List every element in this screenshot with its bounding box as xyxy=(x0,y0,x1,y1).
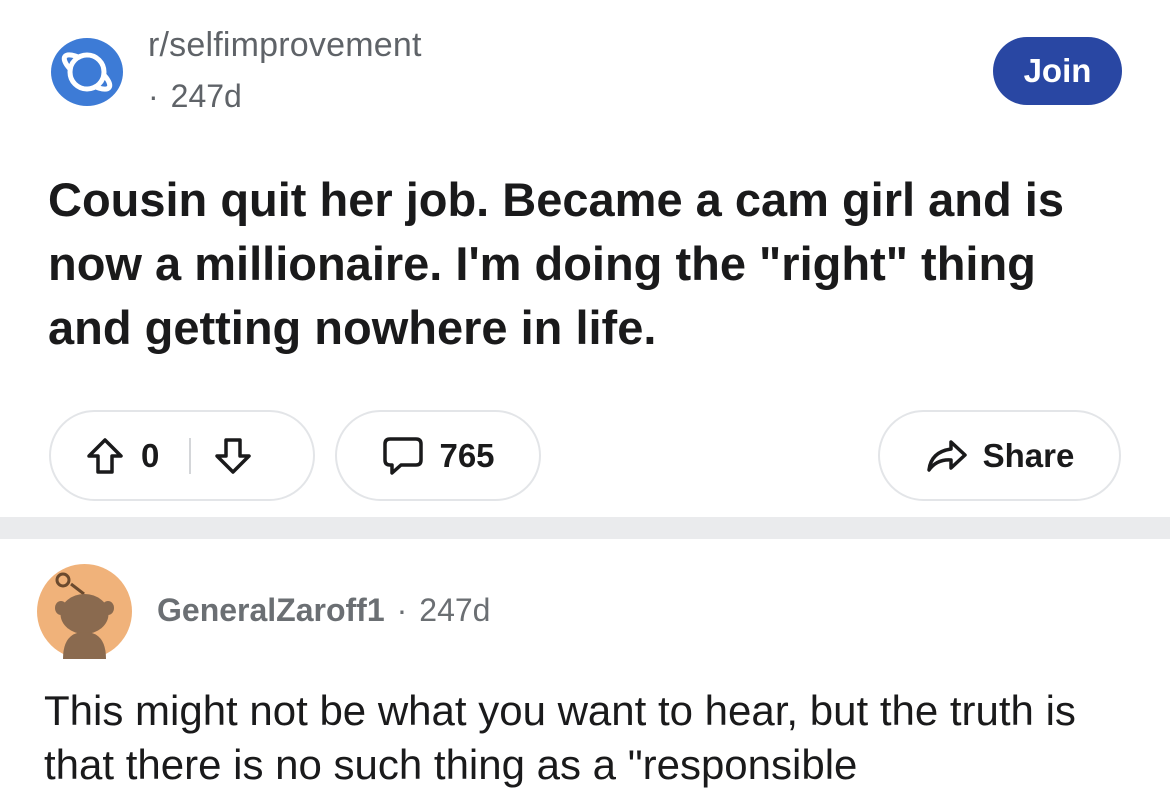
join-button[interactable]: Join xyxy=(993,37,1122,105)
speech-bubble-icon xyxy=(383,436,424,475)
subreddit-name[interactable]: r/selfimprovement xyxy=(148,26,422,65)
vote-control: 0 xyxy=(49,410,315,501)
share-arrow-icon xyxy=(926,439,967,472)
arrow-up-icon[interactable] xyxy=(85,436,125,476)
snoo-avatar-icon[interactable] xyxy=(37,564,132,659)
section-separator xyxy=(0,517,1170,539)
comment-meta: GeneralZaroff1 · 247d xyxy=(157,592,491,628)
post-age-value: 247d xyxy=(170,78,242,114)
share-button[interactable]: Share xyxy=(878,410,1121,501)
post-title[interactable]: Cousin quit her job. Became a cam girl a… xyxy=(48,168,1128,360)
comment-body: This might not be what you want to hear,… xyxy=(44,687,1076,788)
post-age: · 247d xyxy=(148,78,242,114)
comment-age: 247d xyxy=(419,592,491,628)
vote-divider xyxy=(189,437,192,474)
share-label: Share xyxy=(982,436,1075,474)
comment-username[interactable]: GeneralZaroff1 xyxy=(157,592,385,628)
subreddit-planet-icon[interactable] xyxy=(49,37,125,107)
comments-count: 765 xyxy=(439,436,495,474)
vote-score: 0 xyxy=(141,436,160,474)
arrow-down-icon[interactable] xyxy=(213,436,253,476)
comments-button[interactable]: 765 xyxy=(335,410,541,501)
